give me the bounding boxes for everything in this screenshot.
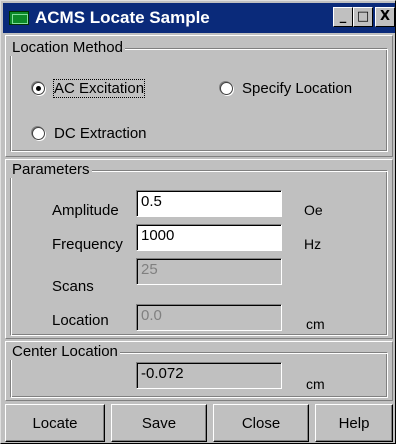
location-method-legend: Location Method [10, 39, 125, 56]
amplitude-unit: Oe [304, 202, 323, 218]
radio-ac-excitation-indicator[interactable] [32, 82, 45, 95]
radio-specify-location-label[interactable]: Specify Location [242, 80, 352, 97]
frequency-field[interactable]: 1000 [136, 224, 282, 251]
minimize-button[interactable]: _ [333, 7, 353, 27]
save-button[interactable]: Save [111, 404, 207, 442]
radio-dc-extraction-label[interactable]: DC Extraction [54, 125, 147, 142]
center-location-field[interactable]: -0.072 [136, 362, 282, 389]
radio-dc-extraction[interactable]: DC Extraction [32, 125, 147, 142]
close-window-button[interactable]: X [375, 7, 395, 27]
location-field[interactable]: 0.0 [136, 304, 282, 331]
scans-field[interactable]: 25 [136, 258, 282, 285]
amplitude-label: Amplitude [52, 202, 119, 219]
radio-specify-location-indicator[interactable] [220, 82, 233, 95]
radio-specify-location[interactable]: Specify Location [220, 80, 352, 97]
frequency-label: Frequency [52, 236, 123, 253]
center-location-legend: Center Location [10, 343, 120, 360]
scans-label: Scans [52, 278, 94, 295]
title-bar[interactable]: ACMS Locate Sample _ □ X [3, 3, 395, 33]
window-title: ACMS Locate Sample [35, 8, 210, 27]
close-button[interactable]: Close [213, 404, 309, 442]
maximize-button[interactable]: □ [353, 7, 373, 27]
radio-dc-extraction-indicator[interactable] [32, 127, 45, 140]
center-location-unit: cm [306, 376, 325, 392]
radio-ac-excitation[interactable]: AC Excitation [32, 79, 146, 98]
frequency-unit: Hz [304, 236, 322, 252]
locate-button[interactable]: Locate [5, 404, 105, 442]
center-location-panel: Center Location -0.072 cm [5, 341, 393, 401]
radio-ac-excitation-label[interactable]: AC Excitation [52, 79, 146, 98]
location-method-panel: Location Method AC Excitation Specify Lo… [5, 35, 393, 157]
locate-sample-window: ACMS Locate Sample _ □ X Location Method… [0, 0, 396, 444]
parameters-panel: Parameters Amplitude 0.5 Oe Frequency 10… [5, 159, 393, 339]
location-label: Location [52, 312, 109, 329]
app-icon [9, 11, 29, 25]
amplitude-field[interactable]: 0.5 [136, 190, 282, 217]
help-button[interactable]: Help [315, 404, 393, 442]
parameters-legend: Parameters [10, 161, 92, 178]
location-unit: cm [306, 316, 325, 332]
